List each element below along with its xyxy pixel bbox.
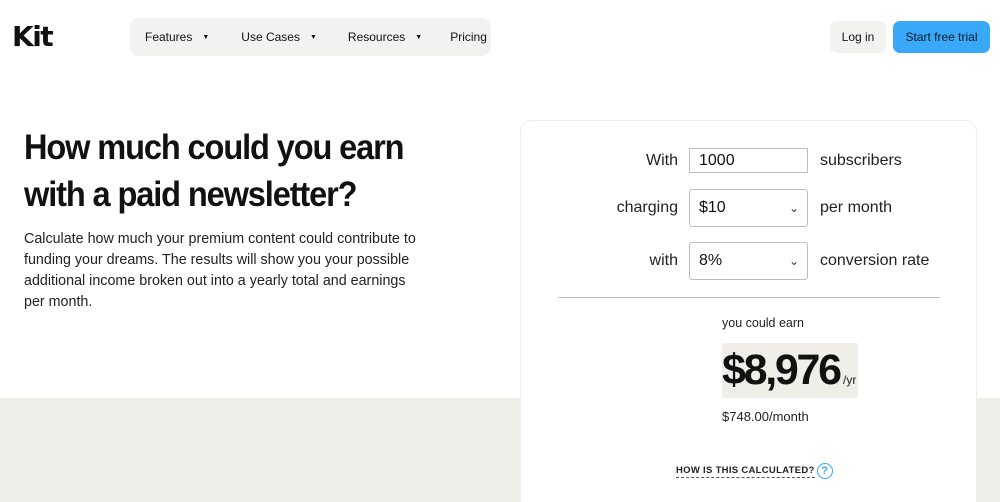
subscribers-suffix: subscribers — [820, 152, 902, 169]
how-calculated-link[interactable]: HOW IS THIS CALCULATED? ? — [676, 463, 833, 479]
yearly-earnings-value: $8,976 — [722, 346, 842, 394]
caret-down-icon: ▼ — [202, 34, 210, 41]
subscribers-input-value: 1000 — [699, 151, 735, 169]
caret-down-icon: ▼ — [309, 34, 317, 41]
menu-item-resources[interactable]: Resources ▼ — [348, 30, 422, 44]
price-suffix: per month — [820, 199, 893, 216]
menu-item-label: Use Cases — [241, 30, 300, 44]
menu-item-label: Features — [145, 30, 193, 44]
page-title: How much could you earn with a paid news… — [24, 128, 405, 214]
price-select[interactable]: $10 ⌄ — [689, 189, 808, 227]
menu-item-label: Pricing — [450, 30, 487, 44]
top-nav: Kit Features ▼ Use Cases ▼ Resources ▼ P… — [0, 0, 1000, 72]
menu-item-label: Resources — [347, 30, 406, 44]
earnings-calculator-card: With 1000 subscribers charging $10 ⌄ per… — [520, 120, 977, 502]
result-label: you could earn — [722, 316, 805, 330]
price-row-label: charging — [616, 199, 678, 216]
chevron-down-icon: ⌄ — [788, 201, 799, 215]
conversion-rate-select[interactable]: 8% ⌄ — [689, 242, 808, 280]
menu-item-use-cases[interactable]: Use Cases ▼ — [241, 30, 317, 44]
caret-down-icon: ▼ — [415, 34, 423, 41]
subscribers-input[interactable]: 1000 — [689, 148, 808, 173]
yearly-unit: /yr — [843, 373, 857, 387]
menu-item-features[interactable]: Features ▼ — [145, 30, 209, 44]
chevron-down-icon: ⌄ — [788, 254, 799, 268]
divider — [558, 297, 940, 298]
main-menu: Features ▼ Use Cases ▼ Resources ▼ Prici… — [130, 18, 491, 56]
monthly-earnings-value: $748.00/month — [722, 409, 809, 424]
how-calculated-label: HOW IS THIS CALCULATED? — [676, 464, 815, 478]
conversion-row-label: with — [649, 252, 678, 269]
conversion-suffix: conversion rate — [820, 252, 930, 269]
login-button[interactable]: Log in — [830, 21, 886, 53]
price-select-value: $10 — [699, 199, 726, 216]
conversion-select-value: 8% — [699, 252, 723, 269]
hero-description: Calculate how much your premium content … — [24, 231, 416, 310]
start-free-trial-button[interactable]: Start free trial — [893, 21, 990, 53]
menu-item-pricing[interactable]: Pricing — [450, 30, 487, 44]
help-circle-icon[interactable]: ? — [816, 463, 833, 479]
yearly-earnings-box: $8,976 /yr — [722, 343, 858, 398]
kit-logo[interactable]: Kit — [12, 23, 54, 51]
subscribers-row-label: With — [646, 152, 678, 169]
